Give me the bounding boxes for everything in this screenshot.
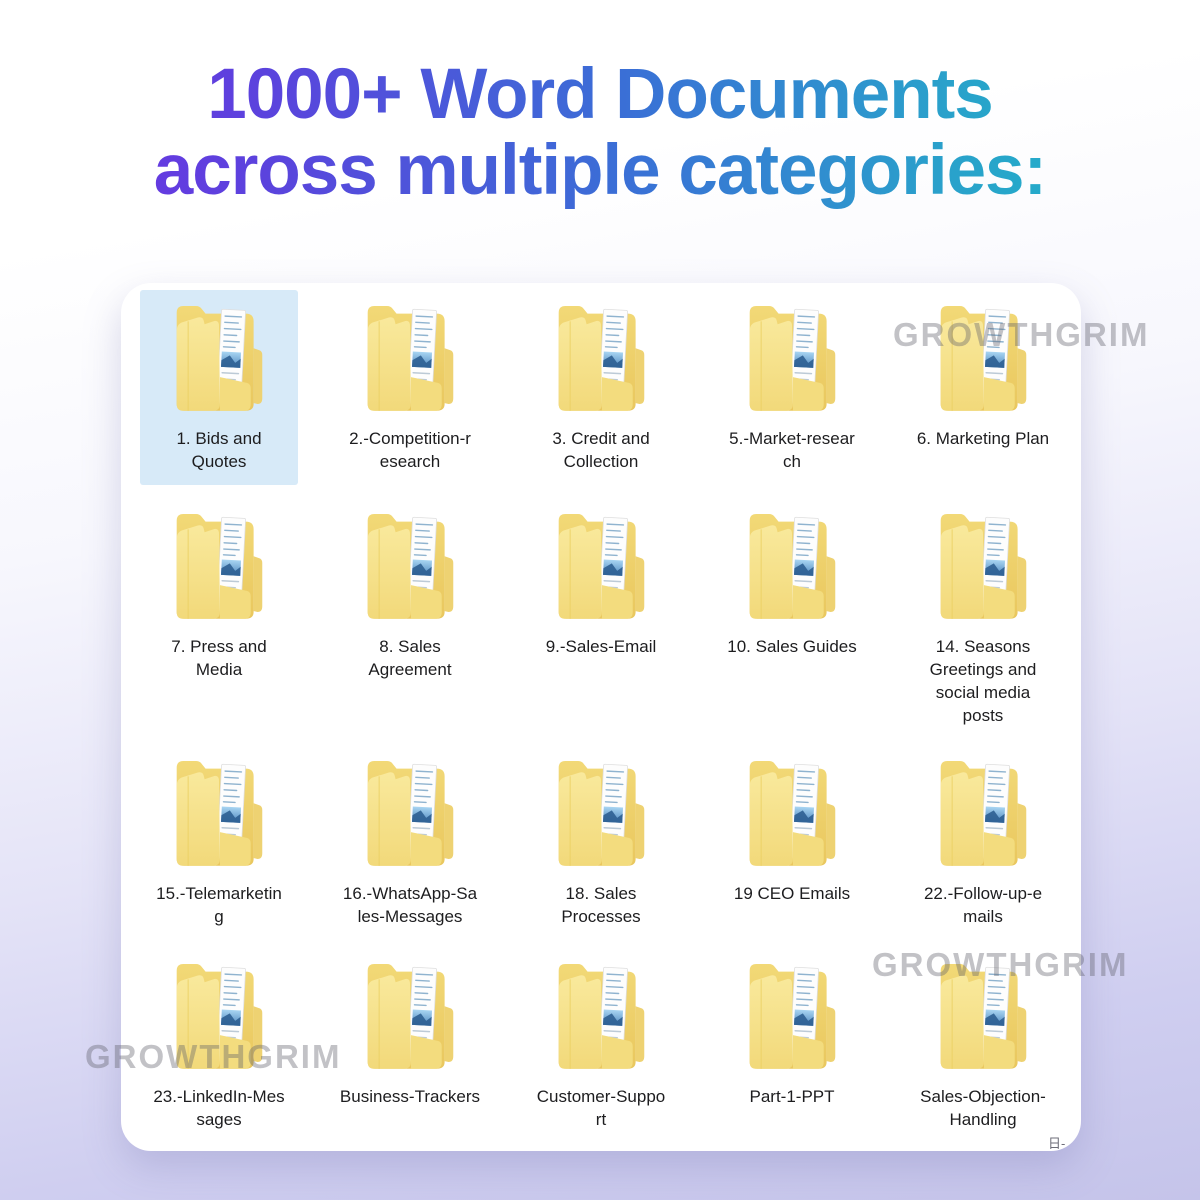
folder-icon bbox=[742, 504, 842, 622]
page-title-line1: 1000+ Word Documents bbox=[0, 57, 1200, 133]
folder-label: 6. Marketing Plan bbox=[905, 427, 1061, 450]
folder-item-6[interactable]: 7. Press and Media bbox=[124, 498, 315, 745]
folder-icon bbox=[933, 954, 1033, 1072]
folder-label: 7. Press and Media bbox=[141, 635, 297, 681]
folder-icon bbox=[933, 504, 1033, 622]
folder-explorer-card: 1. Bids and Quotes 2.-Competition-r esea… bbox=[121, 283, 1081, 1151]
folder-label: Business-Trackers bbox=[332, 1085, 488, 1108]
folder-item-13[interactable]: 18. Sales Processes bbox=[506, 745, 697, 948]
folder-icon bbox=[360, 751, 460, 869]
folder-icon bbox=[551, 751, 651, 869]
folder-item-12[interactable]: 16.-WhatsApp-Sa les-Messages bbox=[315, 745, 506, 948]
folder-label: 5.-Market-resear ch bbox=[714, 427, 870, 473]
folder-label: 3. Credit and Collection bbox=[523, 427, 679, 473]
page-title: 1000+ Word Documents across multiple cat… bbox=[0, 57, 1200, 209]
folder-item-2[interactable]: 2.-Competition-r esearch bbox=[315, 290, 506, 498]
folder-item-16[interactable]: 23.-LinkedIn-Mes sages bbox=[124, 948, 315, 1151]
folder-icon bbox=[742, 296, 842, 414]
folder-item-5[interactable]: 6. Marketing Plan bbox=[888, 290, 1079, 498]
folder-label: Customer-Suppo rt bbox=[523, 1085, 679, 1131]
folder-icon bbox=[551, 954, 651, 1072]
folder-label: 1. Bids and Quotes bbox=[141, 427, 297, 473]
folder-label: 10. Sales Guides bbox=[714, 635, 870, 658]
folder-item-4[interactable]: 5.-Market-resear ch bbox=[697, 290, 888, 498]
folder-label: 22.-Follow-up-e mails bbox=[905, 882, 1061, 928]
folder-item-20[interactable]: Sales-Objection- Handling bbox=[888, 948, 1079, 1151]
folder-label: 9.-Sales-Email bbox=[523, 635, 679, 658]
folder-item-7[interactable]: 8. Sales Agreement bbox=[315, 498, 506, 745]
page-title-line2: across multiple categories: bbox=[0, 133, 1200, 209]
folder-label: Part-1-PPT bbox=[714, 1085, 870, 1108]
folder-grid: 1. Bids and Quotes 2.-Competition-r esea… bbox=[121, 283, 1081, 1151]
folder-label: 15.-Telemarketin g bbox=[141, 882, 297, 928]
folder-icon bbox=[551, 296, 651, 414]
folder-icon bbox=[360, 954, 460, 1072]
folder-icon bbox=[551, 504, 651, 622]
folder-label: 2.-Competition-r esearch bbox=[332, 427, 488, 473]
folder-icon bbox=[742, 954, 842, 1072]
folder-label: 16.-WhatsApp-Sa les-Messages bbox=[332, 882, 488, 928]
folder-label: 19 CEO Emails bbox=[714, 882, 870, 905]
folder-item-18[interactable]: Customer-Suppo rt bbox=[506, 948, 697, 1151]
folder-item-17[interactable]: Business-Trackers bbox=[315, 948, 506, 1151]
folder-icon bbox=[169, 751, 269, 869]
folder-item-3[interactable]: 3. Credit and Collection bbox=[506, 290, 697, 498]
folder-label: 23.-LinkedIn-Mes sages bbox=[141, 1085, 297, 1131]
folder-icon bbox=[169, 954, 269, 1072]
folder-label: 8. Sales Agreement bbox=[332, 635, 488, 681]
folder-item-9[interactable]: 10. Sales Guides bbox=[697, 498, 888, 745]
folder-label: 18. Sales Processes bbox=[523, 882, 679, 928]
folder-item-1[interactable]: 1. Bids and Quotes bbox=[124, 290, 315, 498]
folder-icon bbox=[742, 751, 842, 869]
folder-icon bbox=[933, 296, 1033, 414]
folder-item-8[interactable]: 9.-Sales-Email bbox=[506, 498, 697, 745]
folder-icon bbox=[169, 504, 269, 622]
folder-icon bbox=[169, 296, 269, 414]
corner-artifact-glyph: 日- bbox=[1048, 1133, 1065, 1152]
folder-item-14[interactable]: 19 CEO Emails bbox=[697, 745, 888, 948]
folder-icon bbox=[933, 751, 1033, 869]
folder-item-19[interactable]: Part-1-PPT bbox=[697, 948, 888, 1151]
folder-label: 14. Seasons Greetings and social media p… bbox=[905, 635, 1061, 727]
folder-item-11[interactable]: 15.-Telemarketin g bbox=[124, 745, 315, 948]
folder-label: Sales-Objection- Handling bbox=[905, 1085, 1061, 1131]
folder-icon bbox=[360, 504, 460, 622]
folder-item-15[interactable]: 22.-Follow-up-e mails bbox=[888, 745, 1079, 948]
folder-icon bbox=[360, 296, 460, 414]
folder-item-10[interactable]: 14. Seasons Greetings and social media p… bbox=[888, 498, 1079, 745]
